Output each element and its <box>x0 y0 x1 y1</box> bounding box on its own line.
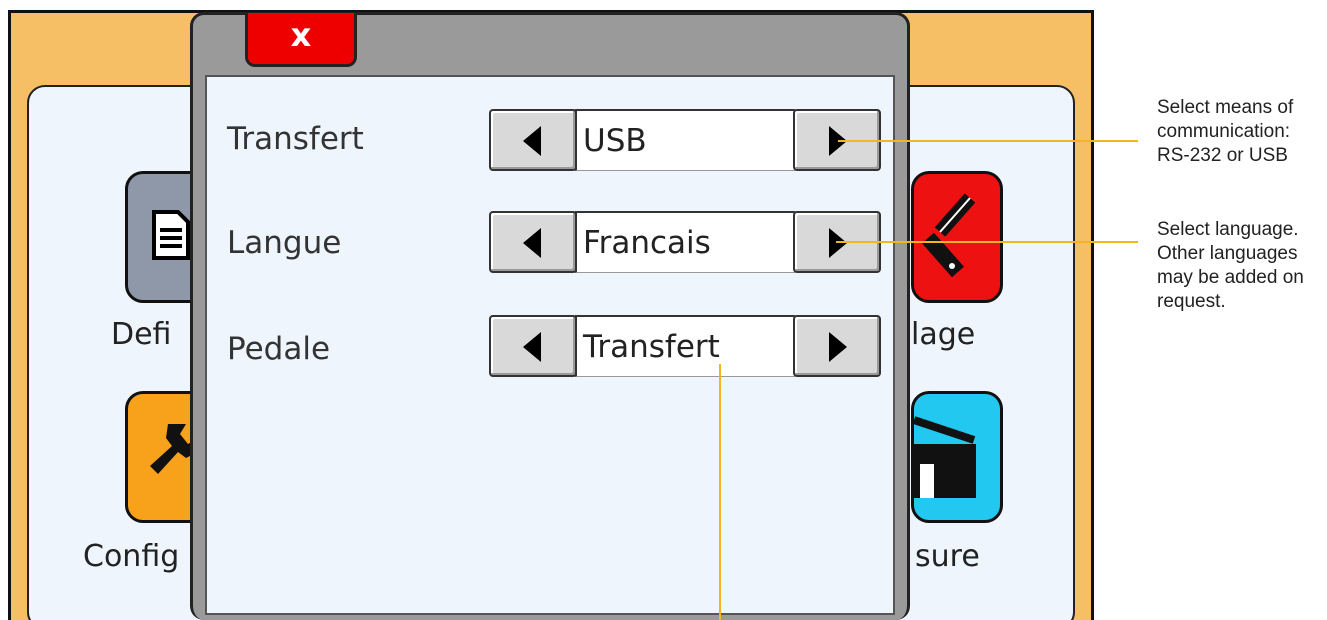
triangle-left-icon <box>523 126 541 156</box>
annotation-line: communication: <box>1157 121 1291 142</box>
settings-panel: Transfert USB Langue Francais Pedale Tra… <box>205 75 895 615</box>
pedale-label: Pedale <box>227 331 331 367</box>
langue-annotation: Select language. Other languages may be … <box>1157 218 1304 314</box>
transfert-stepper: USB <box>489 109 885 171</box>
transfert-leader-line <box>838 140 1138 142</box>
langue-stepper: Francais <box>489 211 885 273</box>
transfert-label: Transfert <box>227 121 364 157</box>
triangle-right-icon <box>829 332 847 362</box>
pedale-previous-button[interactable] <box>489 315 577 377</box>
annotation-line: RS-232 or USB <box>1157 145 1288 166</box>
pedale-value: Transfert <box>575 315 795 377</box>
measure-app-label: sure <box>915 539 980 574</box>
transfert-value: USB <box>575 109 795 171</box>
annotation-line: Other languages <box>1157 243 1298 264</box>
triangle-right-icon <box>829 228 847 258</box>
close-button[interactable]: x <box>245 13 357 67</box>
pedale-leader-line <box>719 364 721 620</box>
brush-icon <box>922 193 976 278</box>
langue-value: Francais <box>575 211 795 273</box>
calibration-app-button[interactable] <box>911 171 1003 303</box>
configuration-app-label: Config <box>83 539 180 574</box>
annotation-line: Select means of <box>1157 97 1294 118</box>
annotation-line: request. <box>1157 291 1226 312</box>
pedale-stepper: Transfert <box>489 315 885 377</box>
langue-previous-button[interactable] <box>489 211 577 273</box>
triangle-left-icon <box>523 332 541 362</box>
pedale-next-button[interactable] <box>793 315 881 377</box>
settings-dialog: x Transfert USB Langue Francais Pedale T… <box>190 12 910 620</box>
langue-leader-line <box>836 241 1138 243</box>
triangle-left-icon <box>523 228 541 258</box>
transfert-previous-button[interactable] <box>489 109 577 171</box>
house-icon <box>912 416 976 498</box>
calibration-app-label: lage <box>911 317 976 352</box>
langue-label: Langue <box>227 225 342 261</box>
measure-app-button[interactable] <box>911 391 1003 523</box>
annotation-line: Select language. <box>1157 219 1299 240</box>
annotation-line: may be added on <box>1157 267 1304 288</box>
transfert-annotation: Select means of communication: RS-232 or… <box>1157 96 1293 168</box>
definition-app-label: Defi <box>111 317 172 352</box>
